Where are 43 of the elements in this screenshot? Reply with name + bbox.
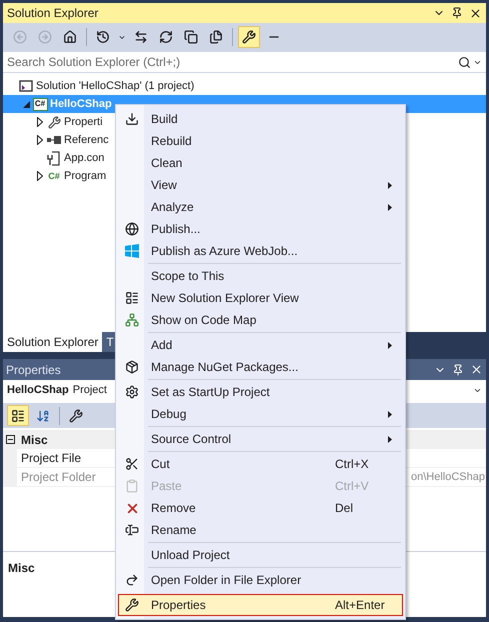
tree-label: Program (64, 168, 106, 184)
menu-label: Publish as Azure WebJob... (151, 243, 299, 260)
panel-title: Properties (6, 362, 61, 378)
shortcut-label: Ctrl+X (335, 457, 369, 471)
menu-label: Build (151, 111, 179, 128)
tree-label: HelloCShap (50, 96, 112, 112)
menu-label: Source Control (151, 431, 232, 448)
property-name: Project File (20, 450, 82, 467)
shortcut-label: Del (335, 501, 354, 515)
property-value: on\HelloCShap (411, 470, 485, 485)
menu-label: Clean (151, 155, 184, 172)
menu-label: Cut (151, 456, 171, 473)
menu-label: Remove (151, 500, 197, 517)
object-name: HelloCShap (7, 382, 69, 398)
menu-label: Show on Code Map (151, 312, 258, 329)
menu-label: Debug (151, 406, 188, 423)
menu-label: Rebuild (151, 133, 193, 150)
tree-label: Solution 'HelloCShap' (1 project) (36, 78, 194, 94)
tree-label: Properti (64, 114, 103, 130)
menu-label: View (151, 177, 178, 194)
menu-label: Open Folder in File Explorer (151, 572, 302, 589)
menu-label: Unload Project (151, 547, 231, 564)
property-name: Project Folder (20, 469, 97, 486)
shortcut-label: Alt+Enter (335, 598, 385, 612)
tree-label: Referenc (64, 132, 109, 148)
object-type: Project (72, 382, 107, 398)
panel-title: Solution Explorer (7, 5, 100, 22)
csharp-label: C# (34, 100, 46, 108)
menu-label: Set as StartUp Project (151, 384, 271, 401)
menu-label: Scope to This (151, 268, 226, 285)
menu-label: New Solution Explorer View (151, 290, 300, 307)
shortcut-label: Ctrl+V (335, 479, 369, 493)
menu-label: Manage NuGet Packages... (151, 359, 300, 376)
tree-label: App.con (64, 150, 104, 166)
description-title: Misc (8, 561, 35, 575)
menu-label: Publish... (151, 221, 202, 238)
menu-label: Paste (151, 478, 183, 495)
category-label: Misc (21, 432, 48, 448)
menu-label: Analyze (151, 199, 195, 216)
menu-label: Properties (151, 597, 207, 614)
menu-label: Rename (151, 522, 198, 539)
csharp-label: C# (48, 172, 60, 180)
menu-label: Add (151, 337, 174, 354)
